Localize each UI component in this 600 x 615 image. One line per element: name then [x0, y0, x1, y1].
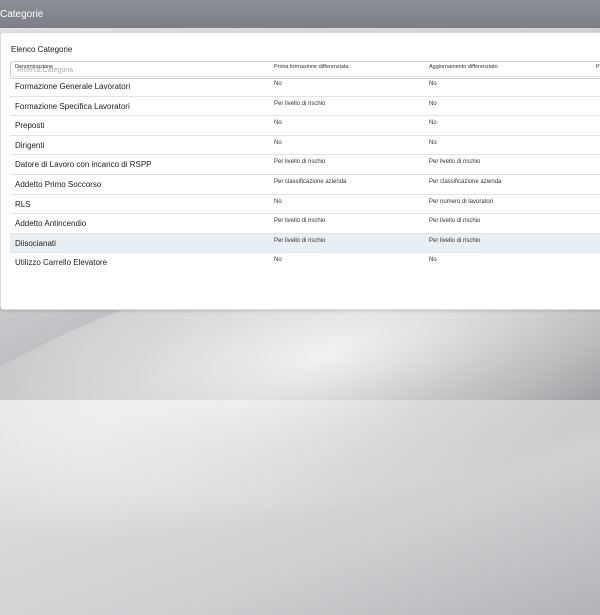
- prima-formazione-cell: Per livello di rischio: [274, 237, 326, 244]
- aggiornamento-cell: Per classificazione azienda: [429, 178, 502, 185]
- aggiornamento-cell: Per livello di rischio: [429, 159, 481, 166]
- prima-formazione-cell: No: [274, 257, 282, 264]
- prima-formazione-cell: Per livello di rischio: [274, 100, 326, 107]
- category-name-cell: Formazione Generale Lavoratori: [15, 82, 131, 91]
- prima-formazione-cell: Per classificazione azienda: [274, 178, 347, 185]
- aggiornamento-cell: Per numero di lavoratori: [429, 198, 494, 205]
- aggiornamento-cell: No: [429, 139, 437, 146]
- prima-formazione-cell: No: [274, 139, 282, 146]
- category-name-cell: Datore di Lavoro con incarico di RSPP: [15, 160, 152, 170]
- prima-formazione-cell: No: [274, 120, 282, 127]
- prima-formazione-cell: No: [274, 198, 282, 205]
- table-row[interactable]: Diisocianati Per livello di rischio Per li…: [10, 232, 600, 253]
- category-name-cell: Addetto Antincendio: [15, 219, 87, 229]
- prima-formazione-cell: Per livello di rischio: [274, 159, 326, 166]
- category-name-cell: RLS: [15, 199, 31, 209]
- table-header: Denominazione Prima formazione differenz…: [10, 58, 600, 76]
- aggiornamento-cell: No: [429, 120, 437, 127]
- category-name-cell: Utilizzo Carrello Elevatore: [15, 258, 108, 268]
- panel-title: Elenco Categorie: [11, 45, 73, 54]
- column-header-denominazione[interactable]: Denominazione: [15, 64, 53, 70]
- table-row[interactable]: Addetto Antincendio Per livello di rischi…: [10, 213, 600, 233]
- page-title: Categorie: [0, 9, 44, 20]
- table-row[interactable]: Preposti No No: [10, 115, 600, 135]
- table-row[interactable]: Dirigenti No No: [10, 134, 600, 155]
- table-row[interactable]: Utilizzo Carrello Elevatore No No: [10, 252, 600, 272]
- prima-formazione-cell: No: [274, 81, 282, 87]
- column-header-truncated[interactable]: P: [596, 64, 600, 70]
- aggiornamento-cell: Per livello di rischio: [429, 237, 481, 244]
- column-header-aggiornamento[interactable]: Aggiornamento differenziato: [429, 64, 498, 70]
- prima-formazione-cell: Per livello di rischio: [274, 218, 326, 225]
- category-name-cell: Addetto Primo Soccorso: [15, 179, 102, 189]
- table-body: Formazione Generale Lavoratori No No Formaz…: [10, 76, 600, 272]
- table-row[interactable]: Formazione Generale Lavoratori No No: [10, 76, 600, 96]
- aggiornamento-cell: No: [429, 257, 437, 264]
- category-name-cell: Dirigenti: [15, 140, 45, 150]
- aggiornamento-cell: Per livello di rischio: [429, 218, 481, 225]
- table-row[interactable]: RLS No Per numero di lavoratori: [10, 193, 600, 214]
- aggiornamento-cell: No: [429, 100, 437, 107]
- category-name-cell: Diisocianati: [15, 238, 56, 248]
- aggiornamento-cell: No: [429, 81, 437, 87]
- top-header-bar: Categorie: [0, 0, 600, 28]
- table-row[interactable]: Formazione Specifica Lavoratori Per livel…: [10, 95, 600, 116]
- category-name-cell: Formazione Specifica Lavoratori: [15, 101, 130, 111]
- category-name-cell: Preposti: [15, 121, 45, 131]
- table-row[interactable]: Datore di Lavoro con incarico di RSPP Per…: [10, 154, 600, 174]
- column-header-prima-formazione[interactable]: Prima formazione differenziata: [274, 64, 349, 70]
- table-row[interactable]: Addetto Primo Soccorso Per classificazion…: [10, 173, 600, 194]
